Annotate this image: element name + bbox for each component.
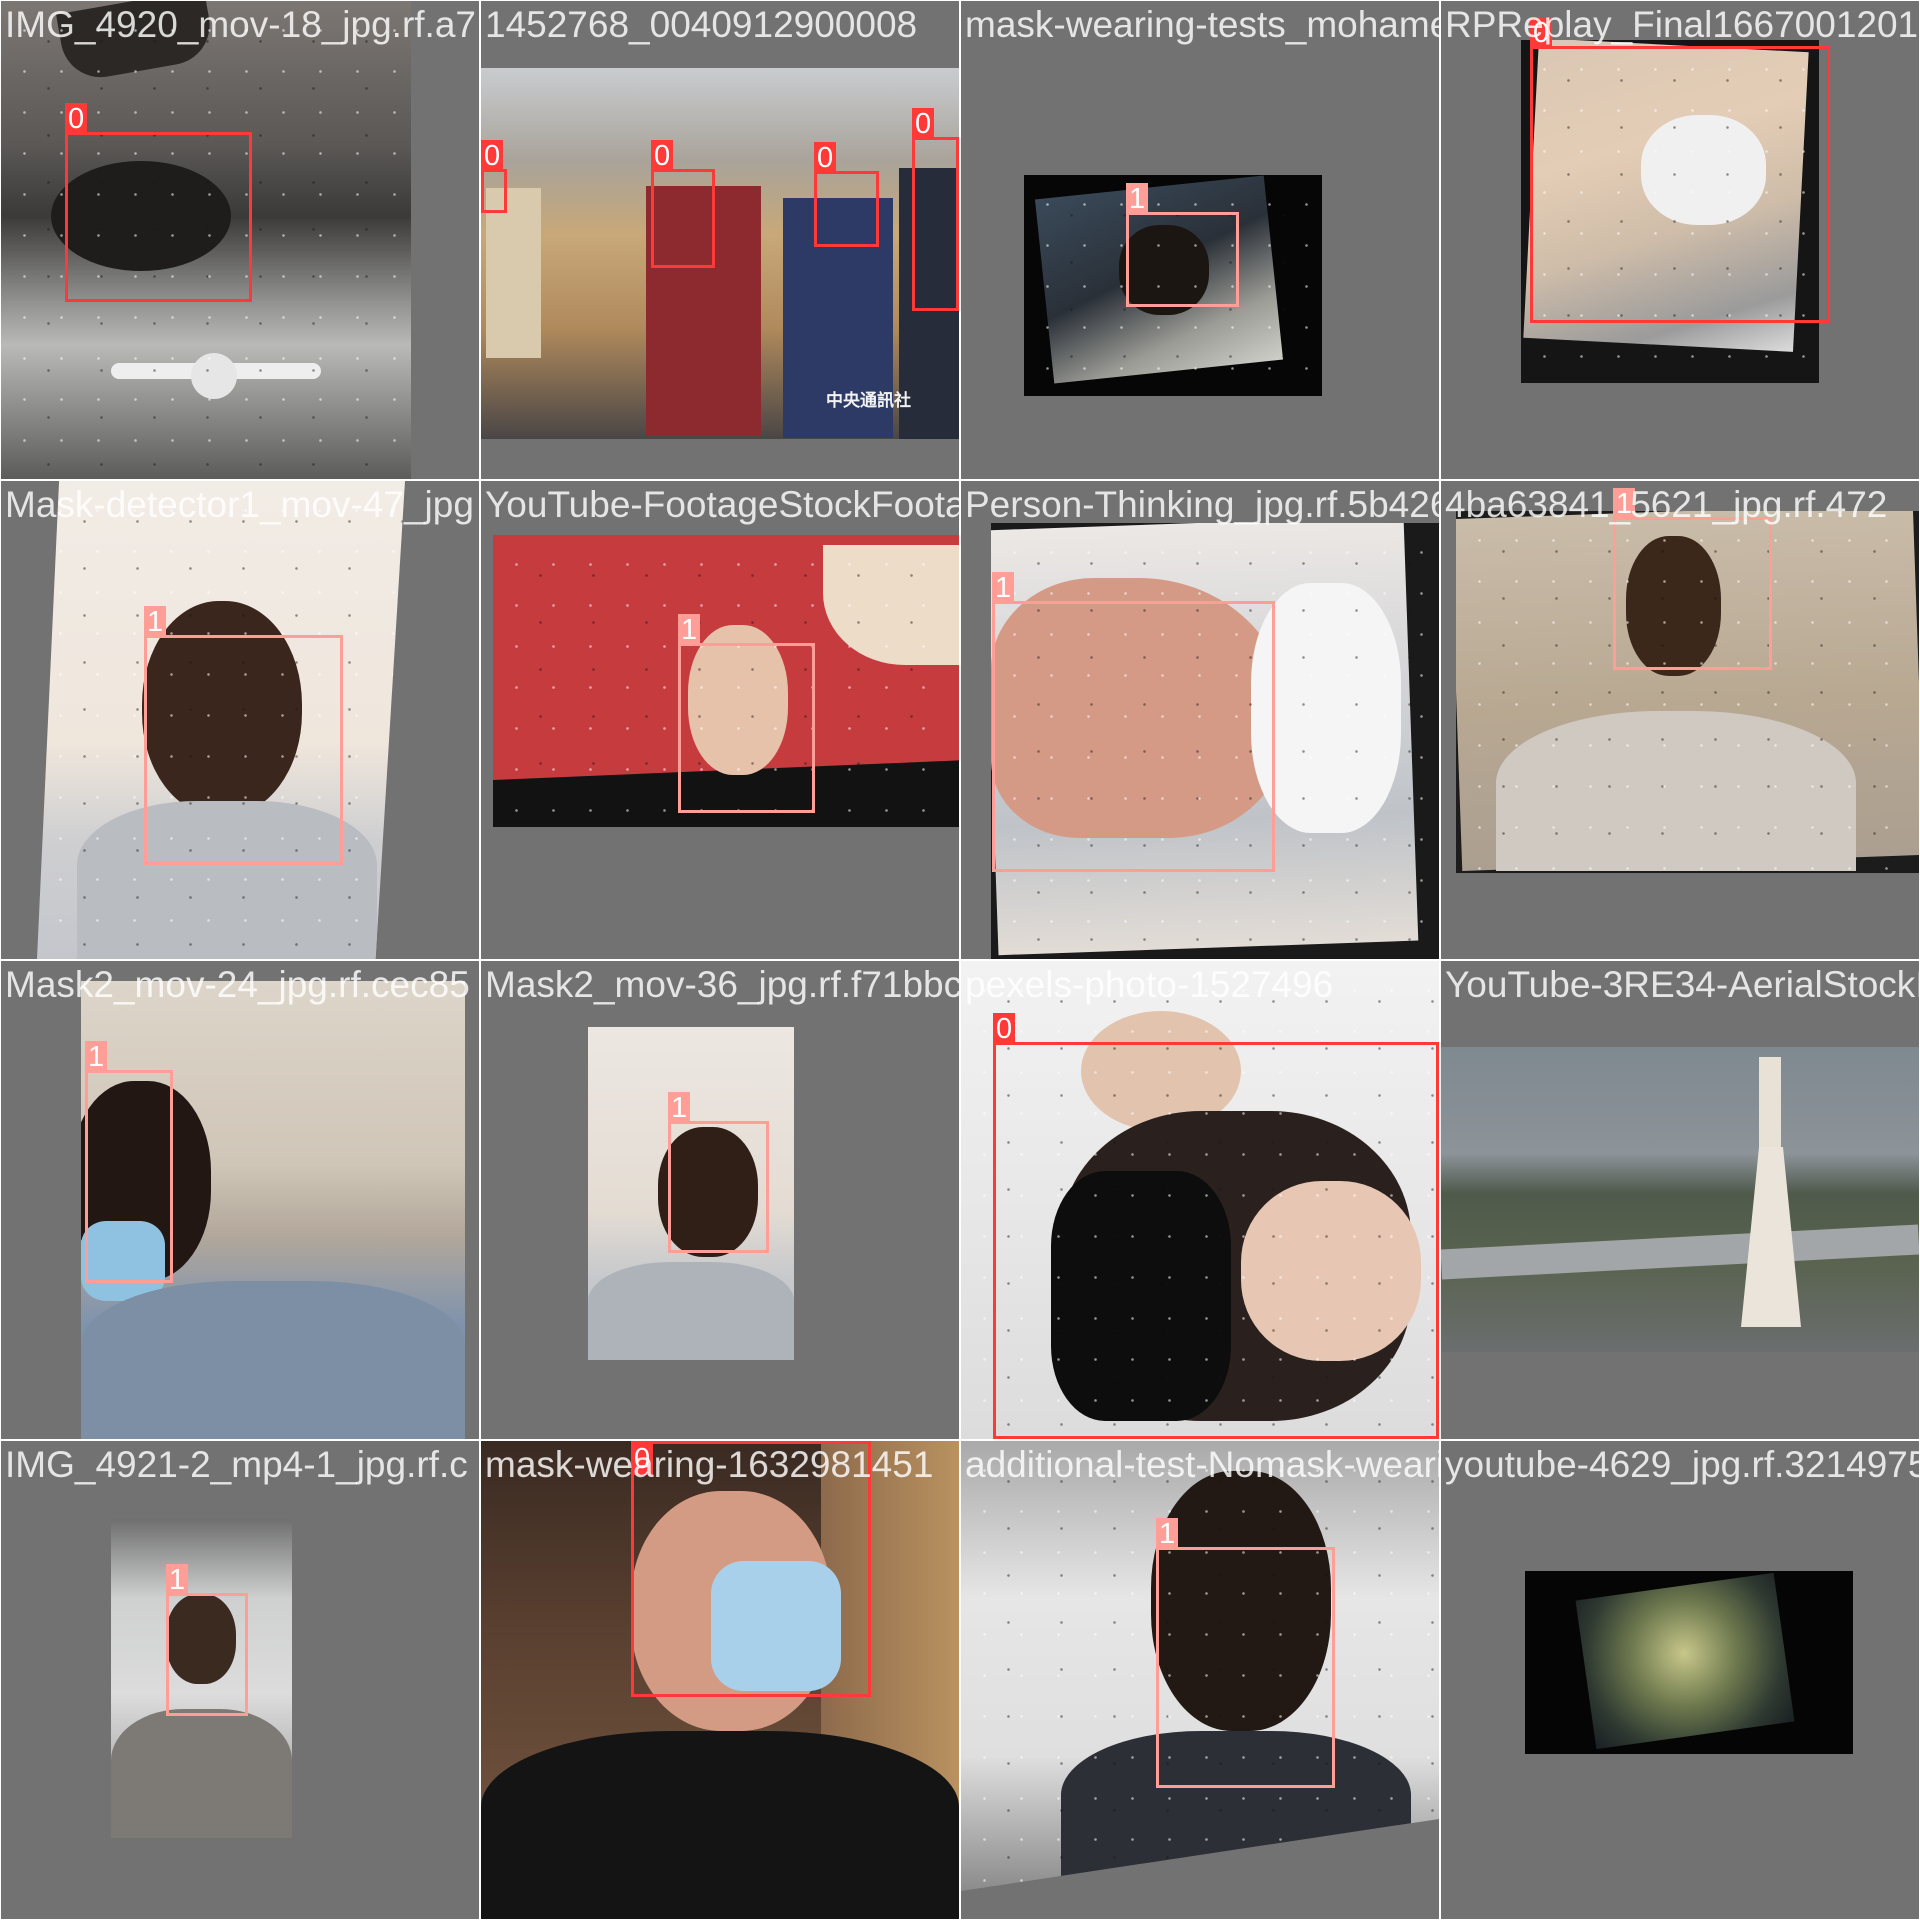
class-label: 0	[993, 1013, 1016, 1045]
mosaic-tile: 0 mask-wearing-1632981451	[481, 1441, 959, 1919]
bounding-box: 1	[1156, 1518, 1335, 1788]
bounding-box: 1	[1613, 488, 1772, 670]
class-label: 1	[1613, 488, 1636, 520]
class-label: 1	[668, 1092, 691, 1124]
bounding-box: 1	[992, 572, 1275, 872]
image-filename: YouTube-3RE34-AerialStockI	[1445, 964, 1919, 1005]
image-filename: YouTube-FootageStockFootage	[485, 484, 959, 525]
image-mosaic: 0 IMG_4920_mov-18_jpg.rf.a7 中央通訊社 0 0 0 …	[0, 0, 1920, 1920]
mosaic-tile: 1 Mask-detector1_mov-47_jpg	[1, 481, 479, 959]
class-label: 0	[651, 140, 674, 172]
image-filename: mask-wearing-tests_mohamed	[965, 4, 1439, 45]
photo: 中央通訊社	[481, 68, 959, 439]
mosaic-tile: 0 RPReplay_Final1667001201	[1441, 1, 1919, 479]
bounding-box: 1	[144, 606, 343, 865]
class-label: 1	[1126, 183, 1149, 215]
bounding-box: 1	[678, 614, 815, 813]
mosaic-tile: youtube-4629_jpg.rf.32149757	[1441, 1441, 1919, 1919]
bounding-box: 0	[993, 1013, 1439, 1439]
class-label: 0	[65, 103, 88, 135]
class-label: 0	[1530, 17, 1553, 49]
class-label: 0	[481, 140, 504, 172]
class-label: 0	[912, 108, 935, 140]
class-label: 1	[1156, 1518, 1179, 1550]
bounding-box: 0	[631, 1441, 871, 1697]
image-filename: Person-Thinking_jpg.rf.5b426a44513	[965, 484, 1439, 525]
bounding-box: 0	[1530, 17, 1830, 323]
bounding-box: 0	[912, 108, 959, 311]
bounding-box: 0	[814, 142, 879, 247]
mosaic-tile: 1 Person-Thinking_jpg.rf.5b426a44513	[961, 481, 1439, 959]
class-label: 1	[144, 606, 167, 638]
mosaic-tile: 1 Mask2_mov-24_jpg.rf.cec85	[1, 961, 479, 1439]
bounding-box: 1	[85, 1041, 173, 1283]
photo	[1441, 1047, 1919, 1352]
bounding-box: 0	[481, 140, 507, 213]
class-label: 1	[678, 614, 701, 646]
image-filename: Mask2_mov-36_jpg.rf.f71bbc	[485, 964, 959, 1005]
class-label: 0	[814, 142, 837, 174]
mosaic-tile: 1 4ba63841_5621_jpg.rf.472	[1441, 481, 1919, 959]
mosaic-tile: 0 IMG_4920_mov-18_jpg.rf.a7	[1, 1, 479, 479]
photo	[1525, 1571, 1853, 1754]
mosaic-tile: 中央通訊社 0 0 0 0 1452768_0040912900008	[481, 1, 959, 479]
bounding-box: 0	[651, 140, 715, 268]
class-label: 0	[631, 1443, 654, 1475]
watermark: 中央通訊社	[826, 391, 911, 410]
class-label: 1	[992, 572, 1015, 604]
class-label: 1	[85, 1041, 108, 1073]
mosaic-tile: 1 IMG_4921-2_mp4-1_jpg.rf.c	[1, 1441, 479, 1919]
bounding-box: 1	[166, 1564, 248, 1716]
image-filename: youtube-4629_jpg.rf.32149757	[1445, 1444, 1919, 1485]
image-filename: 1452768_0040912900008	[485, 4, 918, 45]
image-filename: IMG_4921-2_mp4-1_jpg.rf.c	[5, 1444, 468, 1485]
mosaic-tile: 1 Mask2_mov-36_jpg.rf.f71bbc	[481, 961, 959, 1439]
class-label: 1	[166, 1564, 189, 1596]
mosaic-tile: 1 mask-wearing-tests_mohamed	[961, 1, 1439, 479]
bounding-box: 1	[668, 1092, 769, 1253]
mosaic-tile: 1 YouTube-FootageStockFootage	[481, 481, 959, 959]
bounding-box: 0	[65, 103, 252, 302]
mosaic-tile: 1 additional-test-Nomask-wearing	[961, 1441, 1439, 1919]
bounding-box: 1	[1126, 183, 1239, 307]
mosaic-tile: YouTube-3RE34-AerialStockI	[1441, 961, 1919, 1439]
mosaic-tile: 0 pexels-photo-1527496	[961, 961, 1439, 1439]
